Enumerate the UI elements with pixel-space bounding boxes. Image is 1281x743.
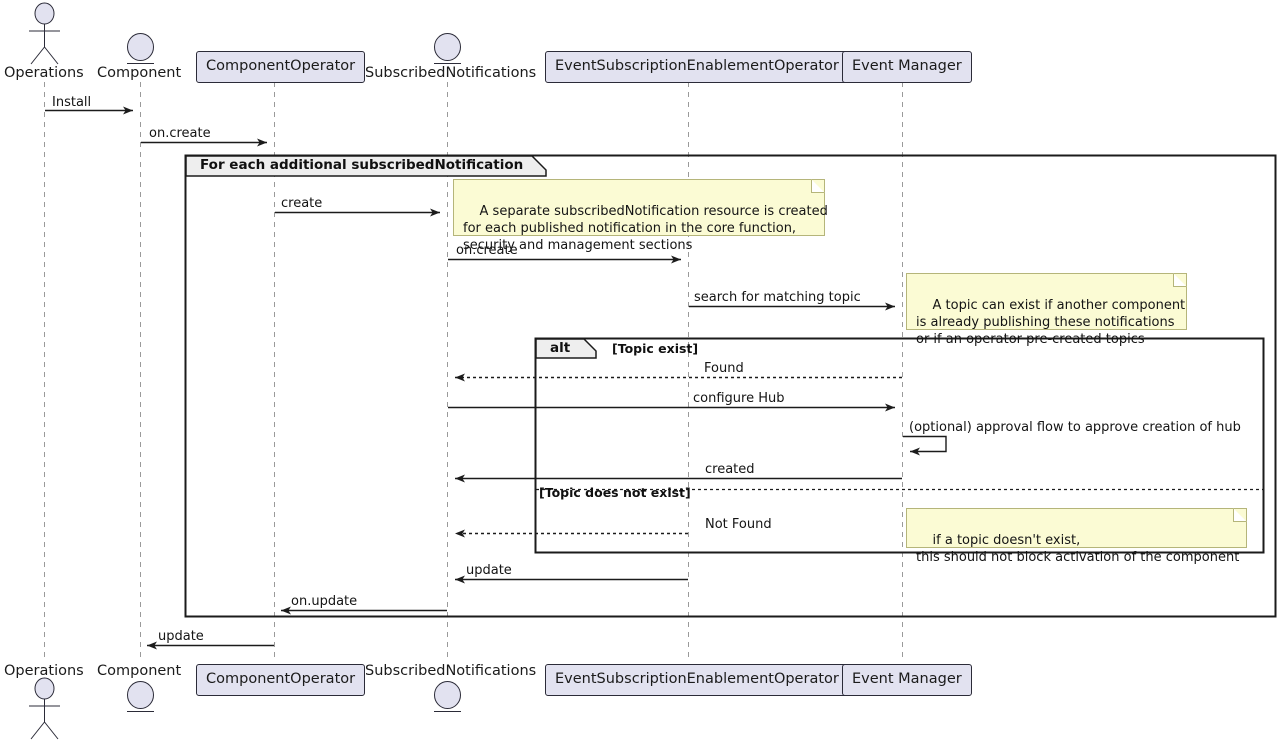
- message-label-install: Install: [52, 95, 92, 110]
- participant-box-componentoperator-bottom[interactable]: ComponentOperator: [196, 664, 366, 696]
- note-subscribed-notification-text: A separate subscribedNotification resour…: [463, 204, 828, 253]
- message-label-optional-approval-flow: (optional) approval flow to approve crea…: [909, 420, 1241, 435]
- note-topic-can-exist-text: A topic can exist if another component i…: [916, 298, 1186, 347]
- message-label-created: created: [705, 462, 755, 477]
- note-fold-icon: [811, 179, 825, 193]
- message-label-not-found: Not Found: [705, 517, 772, 532]
- note-topic-can-exist: A topic can exist if another component i…: [906, 273, 1187, 347]
- message-label-update-subnotif: update: [466, 563, 512, 578]
- participant-box-eventmanager-top[interactable]: Event Manager: [842, 51, 972, 83]
- frame-title-loop: For each additional subscribedNotificati…: [200, 157, 524, 173]
- participant-label-component-top: Component: [97, 65, 182, 81]
- frame-guard-alt-main: [Topic exist]: [612, 341, 699, 356]
- participant-label-component-bottom: Component: [97, 663, 182, 679]
- participant-label-subscribednotifications-top: SubscribedNotifications: [365, 65, 537, 81]
- note-fold-icon: [1173, 273, 1187, 287]
- participant-label-operations-bottom: Operations: [4, 663, 84, 679]
- message-label-on-update: on.update: [291, 594, 358, 609]
- note-topic-missing-text: if a topic doesn't exist, this should no…: [916, 533, 1240, 565]
- message-label-found: Found: [704, 361, 744, 376]
- participant-box-eventmanager-bottom[interactable]: Event Manager: [842, 664, 972, 696]
- message-label-on-create-component: on.create: [149, 126, 211, 141]
- message-label-create: create: [281, 196, 323, 211]
- frame-guard-alt-else: [Topic does not exist]: [539, 485, 691, 500]
- sequence-diagram-canvas: Operations Component ComponentOperator S…: [0, 0, 1281, 743]
- note-topic-missing: if a topic doesn't exist, this should no…: [906, 508, 1247, 565]
- note-subscribed-notification: A separate subscribedNotification resour…: [453, 179, 828, 253]
- participant-box-eventsubscriptionenablementoperator-top[interactable]: EventSubscriptionEnablementOperator: [545, 51, 849, 83]
- participant-label-subscribednotifications-bottom: SubscribedNotifications: [365, 663, 537, 679]
- participant-box-componentoperator-top[interactable]: ComponentOperator: [196, 51, 366, 83]
- message-label-search-for-matching-topic: search for matching topic: [694, 290, 861, 305]
- message-label-configure-hub: configure Hub: [693, 391, 785, 406]
- frame-title-alt: alt: [550, 340, 571, 356]
- participant-box-eventsubscriptionenablementoperator-bottom[interactable]: EventSubscriptionEnablementOperator: [545, 664, 849, 696]
- message-label-update-component: update: [158, 629, 204, 644]
- note-fold-icon: [1233, 508, 1247, 522]
- participant-label-operations-top: Operations: [4, 65, 84, 81]
